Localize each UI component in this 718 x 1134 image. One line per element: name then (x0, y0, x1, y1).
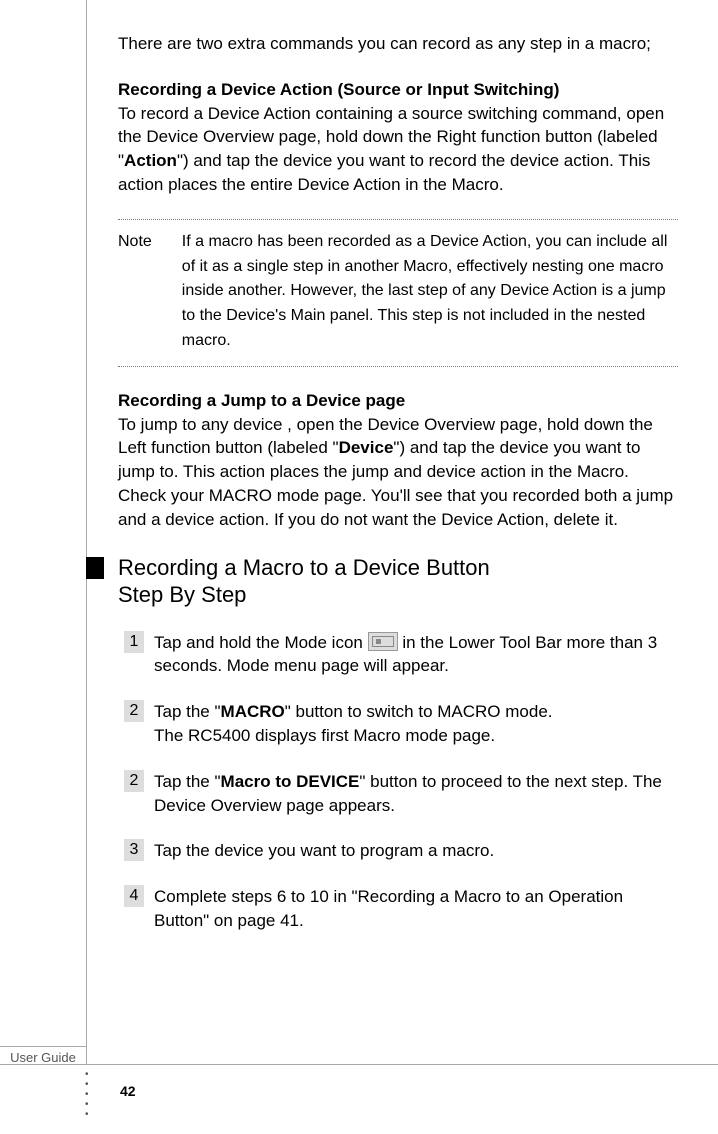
step-item: 3 Tap the device you want to program a ma… (124, 839, 678, 863)
step-item: 2 Tap the "MACRO" button to switch to MAC… (124, 700, 678, 748)
step-item: 1 Tap and hold the Mode icon in the Lower… (124, 631, 678, 679)
section-body-post: ") and tap the device you want to record… (118, 151, 650, 194)
note-label: Note (118, 230, 152, 354)
step-body: Tap the device you want to program a mac… (154, 839, 678, 863)
heading-line-2: Step By Step (118, 582, 246, 607)
section-device-action: Recording a Device Action (Source or Inp… (118, 78, 678, 197)
vertical-margin-rule (86, 0, 87, 1065)
footer-line (0, 1064, 718, 1065)
step-body: Tap the "MACRO" button to switch to MACR… (154, 700, 678, 748)
step-number: 2 (124, 700, 144, 722)
step-item: 4 Complete steps 6 to 10 in "Recording a … (124, 885, 678, 933)
step-number: 1 (124, 631, 144, 653)
step-text-pre: Tap the device you want to program a mac… (154, 841, 494, 860)
step-text-pre: Tap the " (154, 702, 221, 721)
heading-line-1: Recording a Macro to a Device Button (118, 555, 490, 580)
note-body: If a macro has been recorded as a Device… (182, 230, 678, 354)
step-body: Complete steps 6 to 10 in "Recording a M… (154, 885, 678, 933)
step-text-pre: Tap and hold the Mode icon (154, 633, 368, 652)
device-label: Device (339, 438, 394, 457)
step-text-pre: Complete steps 6 to 10 in "Recording a M… (154, 887, 623, 930)
section-marker-icon (86, 557, 104, 579)
step-text-post: " button to switch to MACRO mode. (285, 702, 553, 721)
step-bold-label: Macro to DEVICE (221, 772, 360, 791)
note-block: Note If a macro has been recorded as a D… (118, 219, 678, 367)
steps-list: 1 Tap and hold the Mode icon in the Lower… (118, 631, 678, 933)
section-heading-text: Recording a Macro to a Device Button Ste… (118, 554, 490, 609)
page-number: 42 (120, 1083, 136, 1099)
section-heading: Recording a Device Action (Source or Inp… (118, 80, 559, 99)
intro-paragraph: There are two extra commands you can rec… (118, 32, 678, 56)
step-item: 2 Tap the "Macro to DEVICE" button to pro… (124, 770, 678, 818)
footer-dots: ••••• (85, 1070, 89, 1120)
step-bold-label: MACRO (221, 702, 285, 721)
step-body: Tap the "Macro to DEVICE" button to proc… (154, 770, 678, 818)
step-number: 4 (124, 885, 144, 907)
mode-icon (368, 632, 398, 651)
step-number: 2 (124, 770, 144, 792)
footer-tab: User Guide (0, 1046, 86, 1065)
section-heading-recording-macro: Recording a Macro to a Device Button Ste… (86, 554, 678, 609)
step-text-pre: Tap the " (154, 772, 221, 791)
section-jump-device: Recording a Jump to a Device page To jum… (118, 389, 678, 532)
action-label: Action (124, 151, 177, 170)
step-text-post: The RC5400 displays first Macro mode pag… (154, 726, 495, 745)
step-body: Tap and hold the Mode icon in the Lower … (154, 631, 678, 679)
page-content: There are two extra commands you can rec… (118, 32, 678, 955)
step-number: 3 (124, 839, 144, 861)
section-heading: Recording a Jump to a Device page (118, 391, 405, 410)
